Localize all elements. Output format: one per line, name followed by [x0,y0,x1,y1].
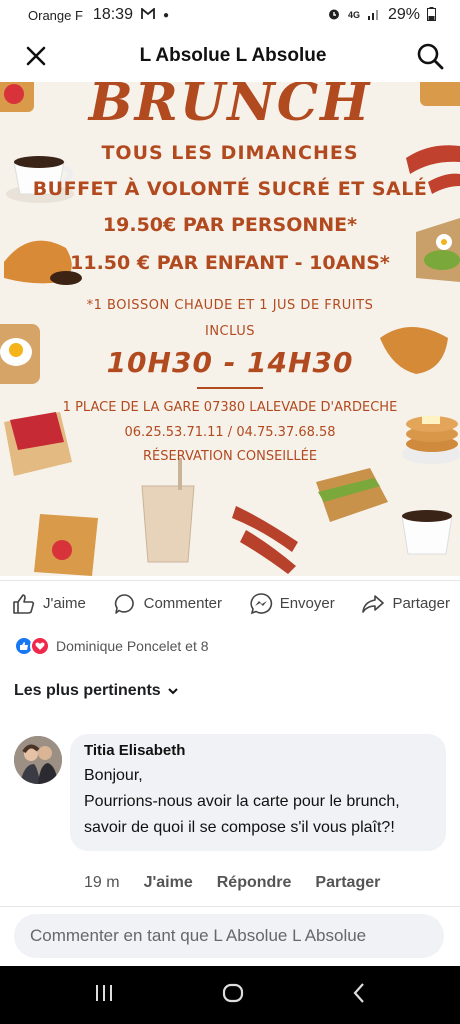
thumbs-up-icon [13,593,35,614]
recents-icon [96,984,112,1001]
comment-button[interactable]: Commenter [113,592,222,616]
signal-icon [367,8,381,23]
comment-input-placeholder: Commenter en tant que L Absolue L Absolu… [30,926,367,945]
send-button[interactable]: Envoyer [249,592,335,616]
facebook-post-page: Orange F 18:39 ● 4G 29% L Absolue L Abso… [0,0,460,1024]
send-label: Envoyer [279,595,335,612]
reaction-summary[interactable]: Dominique Poncelet et 8 [14,634,209,658]
close-button[interactable] [20,40,52,72]
composer-divider [0,906,460,907]
clock: 18:39 [92,6,133,23]
back-chevron-icon [353,982,364,1003]
comment-time: 19 m [84,874,120,891]
poster-divider [197,387,263,389]
carrier-name: Orange F [28,7,83,23]
close-icon [26,46,46,66]
messenger-icon [250,592,272,614]
status-bar: Orange F 18:39 ● 4G 29% [0,0,460,30]
sort-label: Les plus pertinents [14,682,161,699]
comment-bubble-icon [114,593,134,614]
love-reaction-icon [30,636,50,656]
alarm-icon [327,7,341,24]
poster-price-child: 11.50 € PAR ENFANT - 10ANS* [70,252,390,274]
comment-author[interactable]: Titia Elisabeth [84,742,432,759]
poster-note: INCLUS [205,324,255,339]
comment-like-button[interactable]: J'aime [144,874,193,892]
poster-price-adult: 19.50€ PAR PERSONNE* [102,214,358,236]
bacon-illustration [232,506,298,574]
comment-input[interactable]: Commenter en tant que L Absolue L Absolu… [14,914,444,958]
home-icon [222,983,244,1002]
like-label: J'aime [43,595,86,612]
iced-coffee-illustration [141,458,195,563]
recents-button[interactable] [93,983,115,1008]
share-label: Partager [392,595,450,612]
page-title: L Absolue L Absolue [139,45,327,66]
back-button[interactable] [351,982,367,1009]
network-type: 4G [347,10,360,20]
reaction-names: Dominique Poncelet et 8 [56,638,209,654]
system-navigation-bar [0,966,460,1024]
post-header-bar: L Absolue L Absolue [0,30,460,82]
home-button[interactable] [221,981,245,1010]
search-button[interactable] [414,40,446,72]
chevron-down-icon [167,688,178,695]
jam-toast-illustration [4,412,72,476]
poster-address: 1 PLACE DE LA GARE 07380 LALEVADE D'ARDE… [62,400,398,415]
poster-phones: 06.25.53.71.11 / 04.75.37.68.58 [124,425,336,440]
comment-label: Commenter [143,595,222,612]
poster-reservation: RÉSERVATION CONSEILLÉE [142,449,318,464]
sandwich-illustration [316,468,388,522]
comment-bubble[interactable]: Titia Elisabeth Bonjour, Pourrions-nous … [70,734,446,851]
post-image[interactable]: BRUNCH TOUS LES DIMANCHES BUFFET À VOLON… [0,82,460,576]
messenger-notification-icon [141,6,155,24]
share-button[interactable]: Partager [361,592,450,616]
comments-sort-dropdown[interactable]: Les plus pertinents [14,682,179,700]
like-button[interactable]: J'aime [12,592,86,616]
comment-text: Bonjour, Pourrions-nous avoir la carte p… [84,767,400,836]
poster-hours: 10H30 - 14H30 [106,346,354,379]
comment-meta: 19 m J'aime Répondre Partager [84,874,380,892]
share-arrow-icon [362,594,385,613]
poster-note: *1 BOISSON CHAUDE ET 1 JUS DE FRUITS [86,298,374,313]
waffle-illustration [34,514,98,576]
dot-icon: ● [162,9,170,21]
comment-reply-button[interactable]: Répondre [217,874,292,892]
coffee-cup-illustration [401,510,453,555]
battery-percent: 29% [387,6,420,23]
post-action-bar: J'aime Commenter Envoyer Partager [0,580,460,626]
avatar[interactable] [14,736,62,784]
poster-headline: BRUNCH [88,82,372,133]
battery-icon [427,6,436,24]
poster-line: BUFFET À VOLONTÉ SUCRÉ ET SALÉ [32,178,428,200]
poster-line: TOUS LES DIMANCHES [101,142,359,164]
comment-share-button[interactable]: Partager [315,874,380,892]
search-icon [417,43,444,70]
